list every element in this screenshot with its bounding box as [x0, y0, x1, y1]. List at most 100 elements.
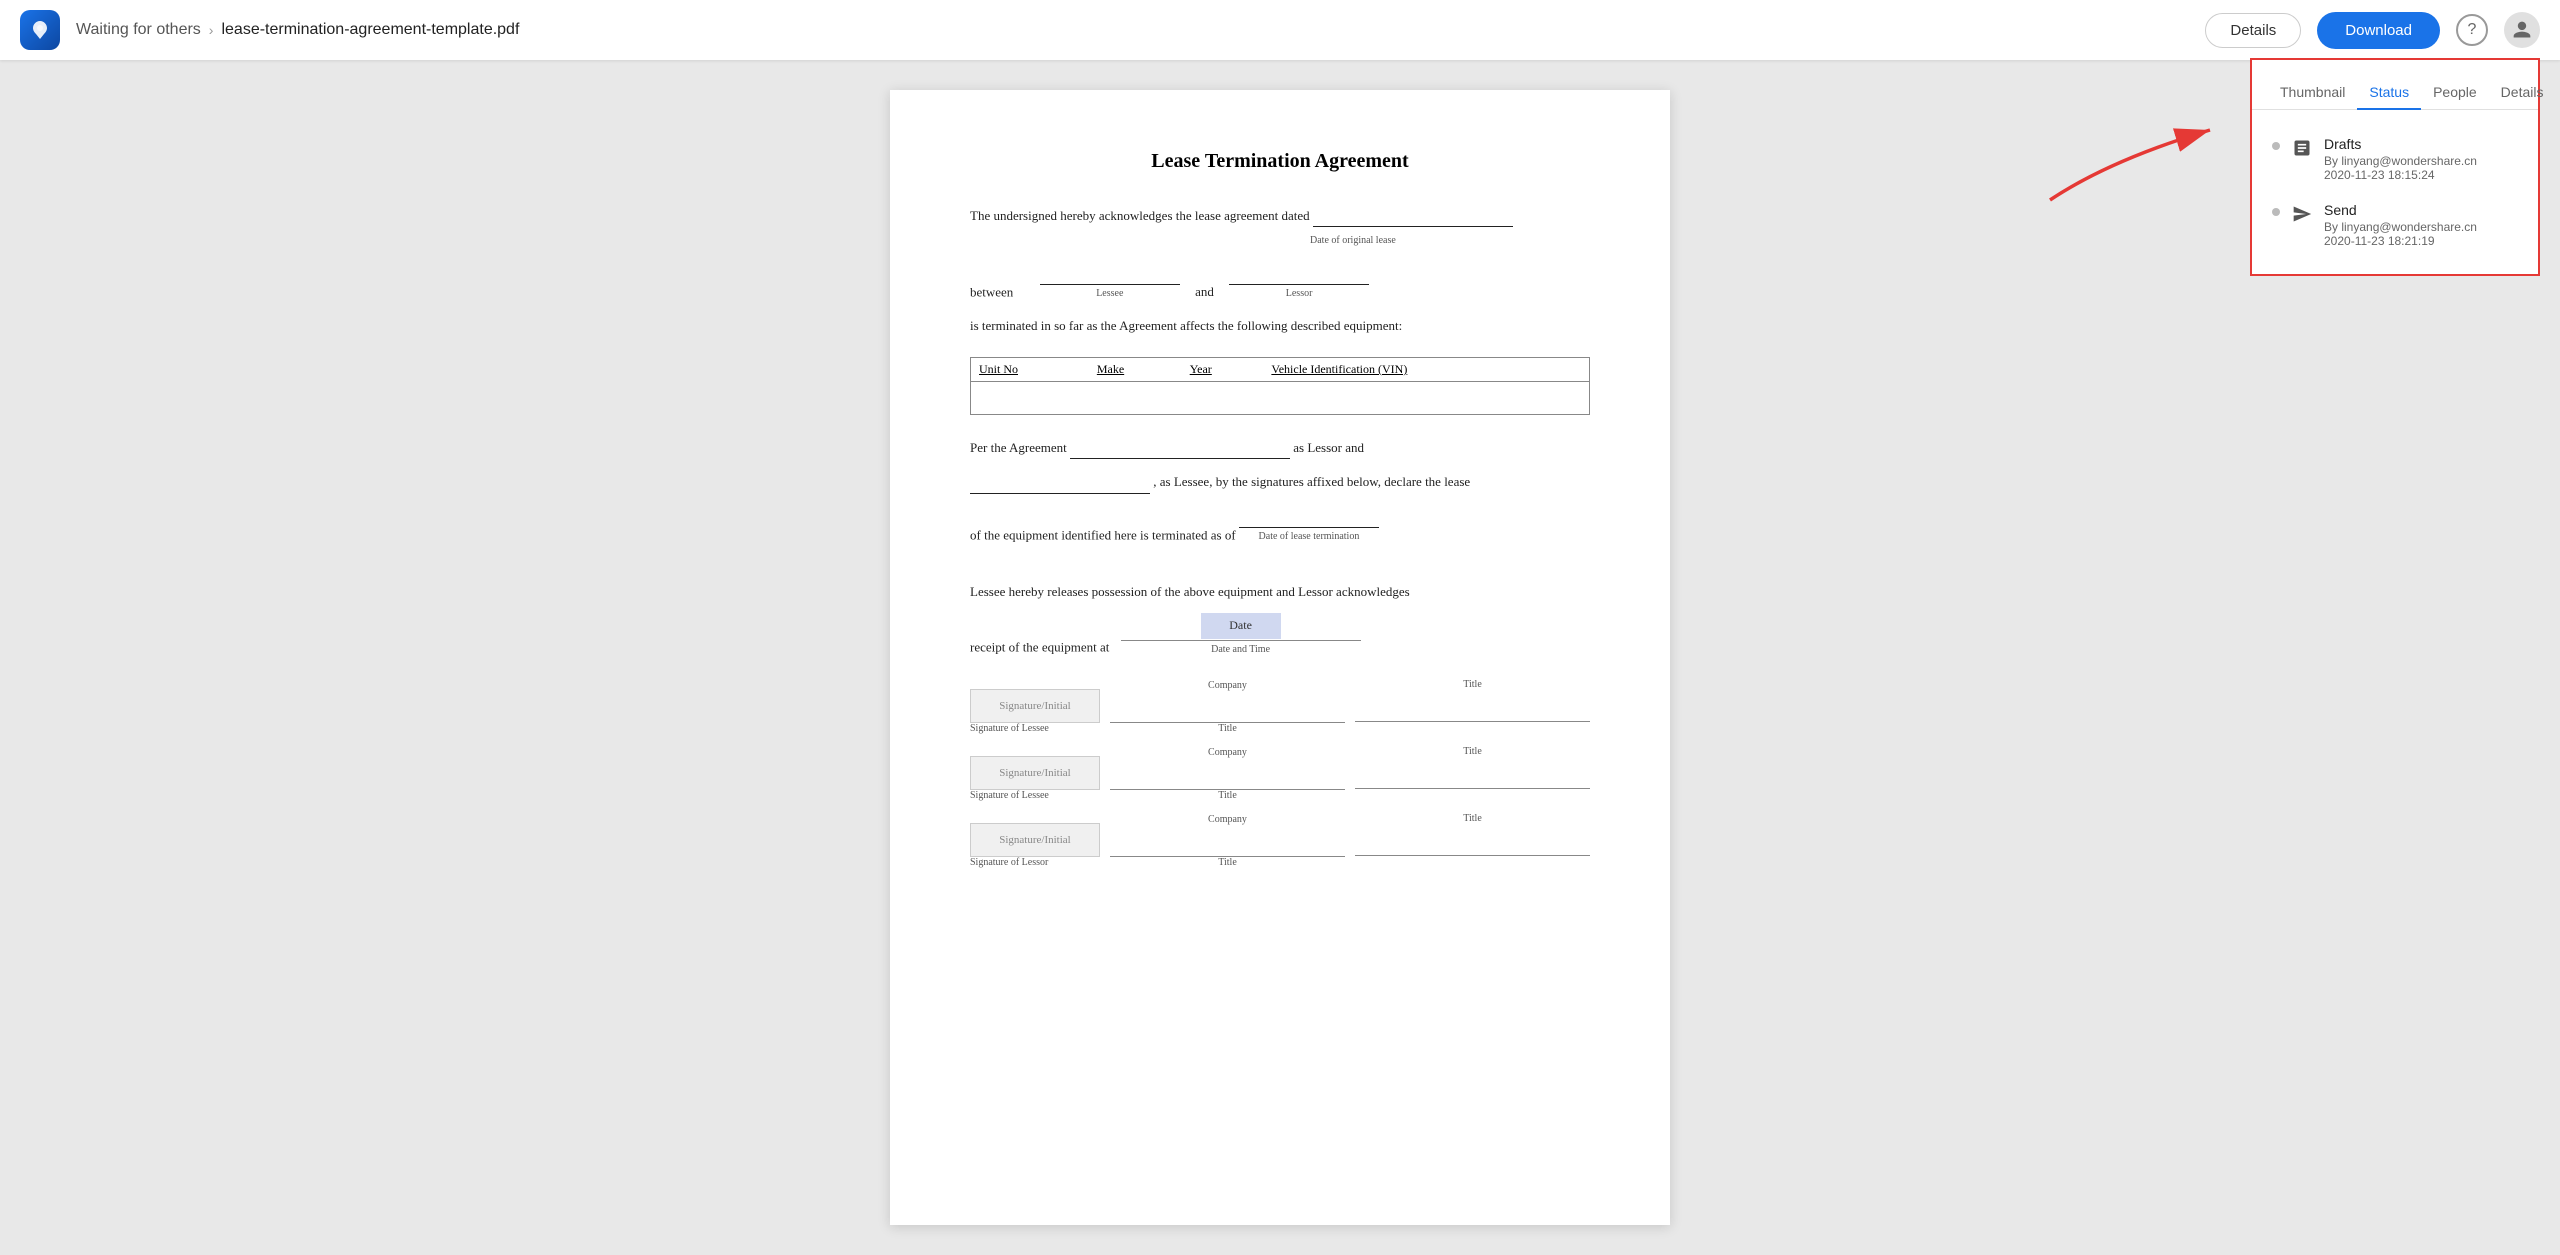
pdf-p4: Per the Agreement [970, 440, 1067, 455]
date-field-highlight: Date [1201, 613, 1281, 639]
title-field-2 [1355, 761, 1590, 789]
lessor-label: Lessor [1229, 285, 1369, 303]
download-button[interactable]: Download [2317, 12, 2440, 49]
title-label-2: Title [1110, 790, 1345, 801]
drafts-time: 2020-11-23 18:15:24 [2324, 168, 2518, 182]
send-icon [2292, 204, 2312, 224]
pdf-p4-mid: as Lessor and [1293, 440, 1364, 455]
pdf-p5: , as Lessee, by the signatures affixed b… [1153, 474, 1470, 489]
send-name: Send [2324, 202, 2518, 218]
sig-of-lessor-3: Signature of Lessor [970, 857, 1048, 868]
pdf-title: Lease Termination Agreement [970, 150, 1590, 173]
title-col-3: Title [1355, 813, 1590, 872]
pdf-p7: Lessee hereby releases possession of the… [970, 580, 1590, 603]
pdf-p3: is terminated in so far as the Agreement… [970, 314, 1590, 337]
pdf-p8: receipt of the equipment at [970, 640, 1109, 655]
help-icon[interactable]: ? [2456, 14, 2488, 46]
drafts-name: Drafts [2324, 136, 2518, 152]
title-field-label-2: Title [1355, 746, 1590, 757]
title-field-label-1: Title [1355, 679, 1590, 690]
sig-row-3: Signature/Initial Signature of Lessor Co… [970, 813, 1590, 872]
table-row [971, 381, 1589, 414]
col-unit-no: Unit No [971, 358, 1089, 382]
sig-row-1: Signature/Initial Signature of Lessee Co… [970, 679, 1590, 738]
signature-section: Signature/Initial Signature of Lessee Co… [970, 679, 1590, 872]
pdf-body: The undersigned hereby acknowledges the … [970, 203, 1590, 337]
cell-vin [1263, 381, 1589, 414]
tab-details[interactable]: Details [2489, 76, 2556, 110]
company-label-3: Company [1110, 814, 1345, 825]
pdf-between: between [970, 284, 1013, 299]
company-col-3: Company Title [1110, 814, 1345, 872]
pdf-page: Lease Termination Agreement The undersig… [890, 90, 1670, 1225]
title-col-2: Title [1355, 746, 1590, 805]
company-label-1: Company [1110, 680, 1345, 691]
sig-box-2: Signature/Initial [970, 756, 1100, 790]
title-col-1: Title [1355, 679, 1590, 738]
date-of-original-lease-field [1313, 203, 1513, 227]
app-logo [20, 10, 60, 50]
breadcrumb-separator: › [209, 22, 214, 38]
main-content: Lease Termination Agreement The undersig… [0, 0, 2560, 1255]
status-dot-send [2272, 208, 2280, 216]
company-col-2: Company Title [1110, 747, 1345, 805]
lessee-agreement-field [970, 469, 1150, 493]
status-item-drafts: Drafts By linyang@wondershare.cn 2020-11… [2252, 126, 2538, 192]
cell-make [1089, 381, 1182, 414]
tab-people[interactable]: People [2421, 76, 2489, 110]
user-avatar[interactable] [2504, 12, 2540, 48]
date-time-label: Date and Time [1121, 641, 1361, 659]
lessor-agreement-field [1070, 435, 1290, 459]
termination-date-label: Date of lease termination [1239, 528, 1379, 546]
header: Waiting for others › lease-termination-a… [0, 0, 2560, 60]
pdf-p1: The undersigned hereby acknowledges the … [970, 208, 1310, 223]
header-actions: Details Download ? [2205, 12, 2540, 49]
status-panel: Thumbnail Status People Details Drafts B… [2250, 58, 2540, 276]
termination-date-field [1239, 504, 1379, 528]
cell-unit-no [971, 381, 1089, 414]
title-label-3: Title [1110, 857, 1345, 868]
drafts-by: By linyang@wondershare.cn [2324, 154, 2518, 168]
title-field-1 [1355, 694, 1590, 722]
lessor-field [1229, 261, 1369, 285]
pdf-and: and [1195, 284, 1214, 299]
draft-icon [2292, 138, 2312, 158]
title-field-label-3: Title [1355, 813, 1590, 824]
pdf-viewer[interactable]: Lease Termination Agreement The undersig… [0, 60, 2560, 1255]
title-label-1: Title [1110, 723, 1345, 734]
vehicle-table: Unit No Make Year Vehicle Identification… [970, 357, 1590, 415]
sig-row-2: Signature/Initial Signature of Lessee Co… [970, 746, 1590, 805]
breadcrumb-filename: lease-termination-agreement-template.pdf [221, 21, 519, 39]
sig-box-3: Signature/Initial [970, 823, 1100, 857]
company-field-3 [1110, 829, 1345, 857]
company-col-1: Company Title [1110, 680, 1345, 738]
tab-thumbnail[interactable]: Thumbnail [2268, 76, 2357, 110]
status-item-send: Send By linyang@wondershare.cn 2020-11-2… [2252, 192, 2538, 258]
breadcrumb-waiting-for-others[interactable]: Waiting for others [76, 21, 201, 39]
send-by: By linyang@wondershare.cn [2324, 220, 2518, 234]
sig-of-lessee-1: Signature of Lessee [970, 723, 1049, 734]
status-dot-drafts [2272, 142, 2280, 150]
send-time: 2020-11-23 18:21:19 [2324, 234, 2518, 248]
details-button[interactable]: Details [2205, 13, 2301, 48]
col-vin: Vehicle Identification (VIN) [1263, 358, 1589, 382]
cell-year [1182, 381, 1264, 414]
lessee-field [1040, 261, 1180, 285]
breadcrumb: Waiting for others › lease-termination-a… [76, 21, 519, 39]
panel-tabs: Thumbnail Status People Details [2252, 76, 2538, 110]
col-year: Year [1182, 358, 1264, 382]
company-label-2: Company [1110, 747, 1345, 758]
sig-of-lessee-2: Signature of Lessee [970, 790, 1049, 801]
tab-status[interactable]: Status [2357, 76, 2421, 110]
company-field-1 [1110, 695, 1345, 723]
title-field-3 [1355, 828, 1590, 856]
send-info: Send By linyang@wondershare.cn 2020-11-2… [2324, 202, 2518, 248]
pdf-body-2: Per the Agreement as Lessor and , as Les… [970, 435, 1590, 659]
drafts-info: Drafts By linyang@wondershare.cn 2020-11… [2324, 136, 2518, 182]
company-field-2 [1110, 762, 1345, 790]
date-original-lease-label: Date of original lease [1310, 235, 1396, 246]
sig-box-1: Signature/Initial [970, 689, 1100, 723]
col-make: Make [1089, 358, 1182, 382]
pdf-p6: of the equipment identified here is term… [970, 527, 1236, 542]
lessee-label: Lessee [1040, 285, 1180, 303]
